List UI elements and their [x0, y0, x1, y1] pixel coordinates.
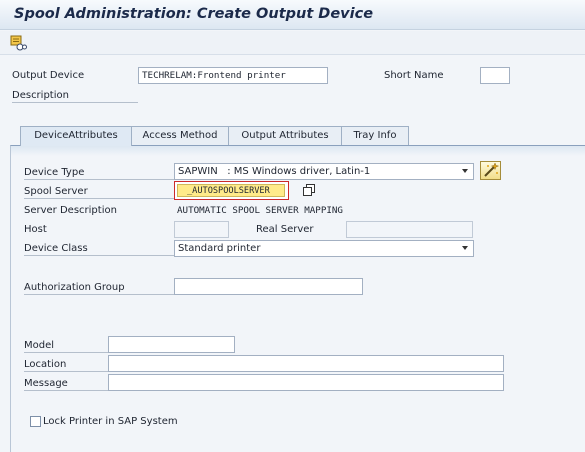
output-device-input[interactable]: TECHRELAM:Frontend printer: [138, 67, 328, 84]
tab-output-attributes[interactable]: Output Attributes: [228, 126, 342, 145]
chevron-down-icon: [462, 169, 468, 173]
copy-icon[interactable]: [303, 184, 315, 196]
page-title: Spool Administration: Create Output Devi…: [14, 6, 374, 22]
short-name-input[interactable]: [480, 67, 510, 84]
device-type-value: SAPWIN : MS Windows driver, Latin-1: [178, 166, 371, 177]
short-name-label: Short Name: [384, 70, 444, 81]
magic-wand-icon: [484, 162, 500, 177]
message-input[interactable]: [108, 374, 504, 391]
location-label: Location: [24, 359, 108, 372]
device-class-dropdown[interactable]: Standard printer: [174, 240, 474, 257]
real-server-input: [346, 221, 473, 238]
tab-tray-info[interactable]: Tray Info: [341, 126, 409, 145]
model-input[interactable]: [108, 336, 235, 353]
spool-server-field[interactable]: _AUTOSPOOLSERVER: [174, 181, 289, 200]
tab-panel-shade: [11, 146, 585, 156]
server-description-label: Server Description: [24, 205, 117, 216]
device-type-dropdown[interactable]: SAPWIN : MS Windows driver, Latin-1: [174, 163, 474, 180]
tab-access-method[interactable]: Access Method: [131, 126, 229, 145]
tab-access-method-label: Access Method: [142, 130, 218, 141]
chevron-down-icon: [462, 246, 468, 250]
spool-server-input[interactable]: _AUTOSPOOLSERVER: [177, 184, 285, 197]
model-label: Model: [24, 340, 108, 353]
output-device-label: Output Device: [12, 70, 85, 81]
description-label: Description: [12, 90, 138, 103]
device-class-value: Standard printer: [178, 243, 261, 254]
real-server-label: Real Server: [256, 224, 314, 235]
server-description-value: AUTOMATIC SPOOL SERVER MAPPING: [177, 205, 343, 216]
title-bar: Spool Administration: Create Output Devi…: [0, 0, 585, 30]
device-type-label: Device Type: [24, 167, 174, 180]
tab-device-attributes[interactable]: DeviceAttributes: [20, 126, 132, 146]
spool-server-label: Spool Server: [24, 186, 174, 199]
host-label: Host: [24, 224, 47, 235]
host-input: [174, 221, 229, 238]
tab-output-attributes-label: Output Attributes: [241, 130, 329, 141]
lock-printer-checkbox[interactable]: [30, 416, 41, 427]
authorization-group-input[interactable]: [174, 278, 363, 295]
lock-printer-label[interactable]: Lock Printer in SAP System: [43, 416, 178, 427]
change-log-icon[interactable]: [10, 35, 27, 51]
authorization-group-label: Authorization Group: [24, 282, 174, 295]
message-label: Message: [24, 378, 108, 391]
application-toolbar: [0, 31, 585, 55]
device-type-wizard-button[interactable]: [480, 161, 501, 180]
tab-device-attributes-label: DeviceAttributes: [34, 130, 118, 141]
device-class-label: Device Class: [24, 243, 174, 256]
location-input[interactable]: [108, 355, 504, 372]
tab-tray-info-label: Tray Info: [353, 130, 397, 141]
